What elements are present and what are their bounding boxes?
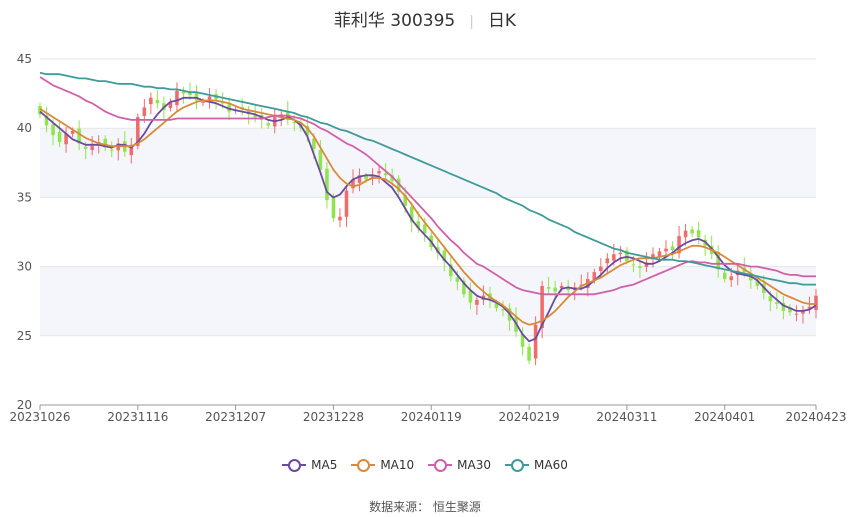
candle-body <box>325 168 329 201</box>
legend-ma60-label: MA60 <box>534 458 568 472</box>
candle-body <box>155 99 160 104</box>
candle-body <box>794 313 799 315</box>
candle-body <box>455 277 460 282</box>
candle-body <box>599 266 603 272</box>
data-source: 数据来源： 恒生聚源 <box>369 500 481 514</box>
y-tick-label: 45 <box>17 52 32 66</box>
candle-body <box>696 230 701 238</box>
legend-ma5-swatch <box>282 458 307 472</box>
candle-body <box>51 124 55 136</box>
y-tick-label: 35 <box>17 190 32 204</box>
legend-ma30-swatch <box>428 458 453 472</box>
candle-body <box>631 264 636 266</box>
candle-body <box>683 230 688 238</box>
candle-body <box>149 97 153 105</box>
candle-body <box>814 295 818 311</box>
candle-body <box>57 131 62 143</box>
x-tick-label: 20240311 <box>596 410 657 424</box>
kline-chart[interactable]: 20253035404520231026 20231116 20231207 2023… <box>0 0 850 455</box>
candle-body <box>266 123 271 126</box>
grid-band <box>40 266 816 336</box>
candle-body <box>83 146 88 149</box>
candle-body <box>553 287 557 292</box>
y-tick-label: 25 <box>17 329 32 343</box>
legend-ma60-swatch <box>505 458 530 472</box>
candle-body <box>527 346 531 361</box>
candle-body <box>618 252 623 255</box>
candle-body <box>468 290 473 303</box>
x-tick-label: 20240119 <box>401 410 462 424</box>
x-tick-label: 20240401 <box>694 410 755 424</box>
candle-body <box>364 176 368 180</box>
candle-body <box>775 302 779 304</box>
candle-body <box>722 272 727 280</box>
candle-body <box>657 251 662 257</box>
y-tick-label: 40 <box>17 121 32 135</box>
candle-body <box>422 224 427 234</box>
candle-body <box>612 254 616 261</box>
candle-body <box>670 246 675 250</box>
candle-body <box>292 122 297 124</box>
candle-body <box>605 258 610 264</box>
legend-ma5-label: MA5 <box>311 458 338 472</box>
candle-body <box>383 173 388 176</box>
x-tick-label: 20231116 <box>107 410 168 424</box>
candle-body <box>533 324 538 359</box>
candle-body <box>638 266 642 268</box>
candle-body <box>768 296 773 302</box>
candle-body <box>377 171 381 174</box>
candle-body <box>729 276 734 281</box>
candle-body <box>338 216 342 221</box>
candle-body <box>142 107 147 117</box>
x-tick-label: 20240219 <box>499 410 560 424</box>
legend-ma10-swatch <box>351 458 376 472</box>
candle-body <box>546 287 551 289</box>
grid-band <box>40 128 816 198</box>
legend-ma10[interactable]: MA10 <box>351 458 414 472</box>
x-tick-label: 20231026 <box>9 410 70 424</box>
x-tick-label: 20231228 <box>303 410 364 424</box>
candle-body <box>90 146 94 151</box>
legend-ma30[interactable]: MA30 <box>428 458 491 472</box>
candle-body <box>501 309 505 311</box>
legend-ma30-label: MA30 <box>457 458 492 472</box>
legend-ma10-label: MA10 <box>380 458 415 472</box>
legend-ma5[interactable]: MA5 <box>282 458 337 472</box>
candle-body <box>175 90 179 106</box>
legend: MA5 MA10 MA30 MA60 <box>0 458 850 472</box>
candle-body <box>331 196 336 219</box>
candle-body <box>664 248 668 252</box>
candle-body <box>201 101 205 103</box>
y-tick-label: 30 <box>17 260 32 274</box>
candle-body <box>181 91 186 94</box>
candle-body <box>109 149 114 151</box>
candle-body <box>690 229 694 234</box>
legend-ma60[interactable]: MA60 <box>505 458 568 472</box>
candle-body <box>475 299 479 305</box>
x-tick-label: 20240423 <box>785 410 846 424</box>
x-tick-label: 20231207 <box>205 410 266 424</box>
candle-body <box>344 190 349 217</box>
